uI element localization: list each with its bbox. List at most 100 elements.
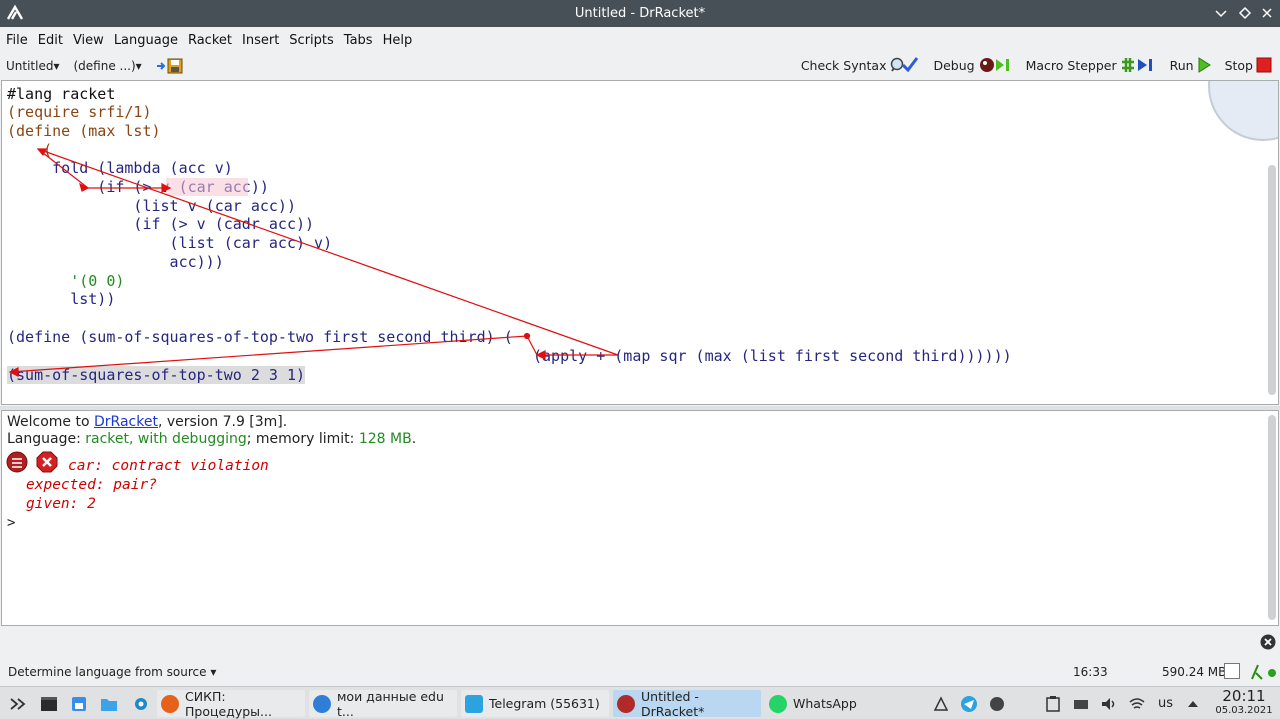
whatsapp-icon	[769, 694, 787, 713]
language-selector[interactable]: Determine language from source ▾	[8, 665, 216, 679]
file-name-label: Untitled	[6, 59, 54, 73]
task-browser[interactable]: СИКП: Процедуры...	[157, 688, 305, 719]
clock-date: 05.03.2021	[1215, 705, 1273, 716]
terminal-icon[interactable]	[40, 695, 58, 713]
menu-help[interactable]: Help	[383, 33, 413, 48]
clock[interactable]: 20:11 05.03.2021	[1214, 688, 1274, 717]
memory-limit-value: 128 MB	[358, 431, 412, 447]
racket-icon	[617, 694, 635, 713]
menu-edit[interactable]: Edit	[38, 33, 63, 48]
task-label: мои данные edu t...	[337, 688, 444, 719]
drracket-link[interactable]: DrRacket	[94, 414, 158, 430]
minimize-icon[interactable]	[1212, 4, 1230, 22]
storage-icon[interactable]	[1072, 695, 1090, 713]
clock-time: 20:11	[1222, 687, 1266, 705]
error-message-line1: car: contract violation	[68, 458, 269, 474]
language-value: racket, with debugging	[85, 431, 247, 447]
define-dropdown[interactable]: (define ...)▾	[74, 59, 142, 73]
telegram-tray-icon[interactable]	[960, 695, 978, 713]
keyboard-layout[interactable]: us	[1158, 696, 1173, 711]
toolbar: Untitled▾ (define ...)▾ Check Syntax Deb…	[0, 54, 1280, 78]
macro-stepper-label: Macro Stepper	[1025, 57, 1117, 73]
telegram-icon	[465, 694, 483, 713]
gc-indicator	[1224, 663, 1240, 679]
racket-status-icon	[1251, 664, 1276, 680]
menu-view[interactable]: View	[73, 33, 104, 48]
welcome-prefix: Welcome to	[7, 414, 94, 430]
check-syntax-label: Check Syntax	[800, 57, 887, 73]
debug-arrows	[8, 148, 619, 377]
stop-label: Stop	[1224, 57, 1253, 73]
task-label: Untitled - DrRacket*	[641, 688, 705, 719]
memory-usage: 590.24 MB	[1162, 665, 1227, 679]
debug-label: Debug	[933, 57, 975, 73]
magnifier-check-icon	[891, 57, 919, 73]
chevron-down-icon: ▾	[210, 665, 217, 679]
welcome-suffix: , version 7.9 [3m].	[157, 414, 288, 430]
task-whatsapp[interactable]: WhatsApp	[765, 690, 913, 717]
racket-logo-icon	[6, 4, 24, 20]
menu-language[interactable]: Language	[114, 33, 178, 48]
menu-file[interactable]: File	[6, 33, 28, 48]
title-bar: Untitled - DrRacket*	[0, 0, 1280, 27]
status-bar: Determine language from source ▾ 16:33 5…	[0, 660, 1280, 684]
task-browser-2[interactable]: мои данные edu t...	[309, 688, 457, 719]
bug-report-icon[interactable]	[6, 451, 28, 473]
menu-scripts[interactable]: Scripts	[289, 33, 333, 48]
window-title: Untitled - DrRacket*	[574, 6, 706, 21]
folder-icon[interactable]	[100, 695, 118, 713]
interactions-pane[interactable]: Welcome to DrRacket, version 7.9 [3m]. L…	[1, 410, 1279, 626]
task-label: WhatsApp	[793, 696, 857, 711]
check-syntax-button[interactable]: Check Syntax	[801, 56, 920, 74]
menu-racket[interactable]: Racket	[188, 33, 232, 48]
task-label: Telegram (55631)	[489, 696, 600, 711]
language-end: .	[411, 431, 417, 447]
task-label: СИКП: Процедуры...	[185, 688, 272, 719]
debug-icon	[979, 58, 1009, 72]
run-icon	[1198, 57, 1211, 73]
settings-icon[interactable]	[132, 695, 150, 713]
stop-icon	[1256, 57, 1272, 73]
task-drracket[interactable]: Untitled - DrRacket*	[613, 688, 761, 719]
welcome-line: Welcome to DrRacket, version 7.9 [3m].	[7, 414, 287, 431]
task-telegram[interactable]: Telegram (55631)	[461, 690, 609, 717]
volume-icon[interactable]	[1100, 695, 1118, 713]
language-line: Language: racket, with debugging; memory…	[7, 431, 416, 448]
define-label: (define ...)	[73, 59, 136, 73]
close-panel-icon[interactable]	[1260, 634, 1276, 650]
error-icon[interactable]	[36, 451, 58, 473]
file-name-dropdown[interactable]: Untitled▾	[6, 59, 60, 73]
run-label: Run	[1169, 57, 1194, 73]
menu-insert[interactable]: Insert	[242, 33, 279, 48]
menu-bar: File Edit View Language Racket Insert Sc…	[0, 28, 422, 52]
save-icon[interactable]	[156, 58, 184, 74]
wifi-icon[interactable]	[1128, 695, 1146, 713]
taskbar: СИКП: Процедуры... мои данные edu t... T…	[0, 686, 1280, 719]
browser-icon	[313, 694, 331, 713]
stop-button[interactable]: Stop	[1225, 57, 1272, 73]
macro-stepper-button[interactable]: Macro Stepper	[1026, 56, 1156, 74]
tray-expand-icon[interactable]	[1184, 695, 1202, 713]
cursor-position: 16:33	[1073, 665, 1108, 679]
language-selector-label: Determine language from source	[8, 665, 207, 679]
app-launcher-icon[interactable]	[8, 695, 26, 713]
firefox-icon	[161, 694, 179, 713]
editor-scrollbar[interactable]	[1268, 165, 1276, 395]
definitions-editor[interactable]: #lang racket (require srfi/1) (define (m…	[1, 80, 1279, 405]
language-prefix: Language:	[7, 431, 86, 447]
interactions-scrollbar[interactable]	[1268, 415, 1276, 620]
run-button[interactable]: Run	[1170, 57, 1211, 73]
maximize-icon[interactable]	[1236, 4, 1254, 22]
repl-prompt[interactable]: >	[7, 515, 15, 532]
files-icon[interactable]	[70, 695, 88, 713]
error-message-line3: given: 2	[26, 496, 96, 512]
debug-button[interactable]: Debug	[933, 56, 1011, 74]
clipboard-icon[interactable]	[1044, 695, 1062, 713]
close-icon[interactable]	[1258, 4, 1276, 22]
macro-stepper-icon	[1121, 58, 1152, 72]
error-message-line2: expected: pair?	[26, 477, 157, 493]
whatsapp-tray-icon[interactable]	[988, 695, 1006, 713]
language-mid: ; memory limit:	[246, 431, 359, 447]
notifications-icon[interactable]	[932, 695, 950, 713]
menu-tabs[interactable]: Tabs	[344, 33, 373, 48]
